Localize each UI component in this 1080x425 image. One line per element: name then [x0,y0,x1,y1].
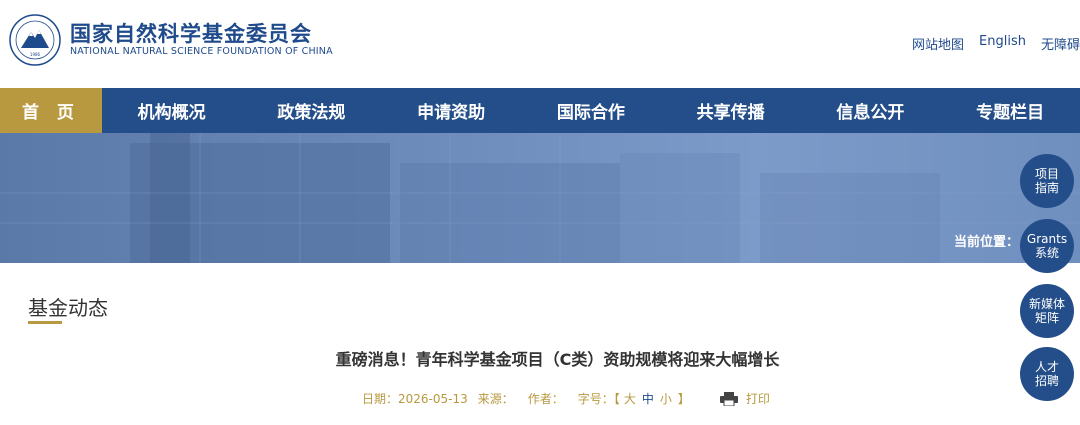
nav-item-topics[interactable]: 专题栏目 [940,88,1080,133]
org-name-cn[interactable]: 国家自然科学基金委员会 [70,18,312,48]
fontsize-close: 】 [677,392,690,406]
nav-item-home[interactable]: 首 页 [0,88,102,133]
accessibility-link[interactable]: 无障碍 [1041,34,1080,53]
nav-item-about[interactable]: 机构概况 [102,88,242,133]
nav-item-policy[interactable]: 政策法规 [242,88,382,133]
author-label: 作者： [527,392,564,406]
fontsize-large-button[interactable]: 大 [624,390,636,407]
fontsize-medium-button[interactable]: 中 [642,390,654,407]
grants-system-button[interactable]: Grants 系统 [1020,219,1074,273]
org-name-en: NATIONAL NATURAL SCIENCE FOUNDATION OF C… [70,46,333,57]
logo-year: 1986 [30,52,41,57]
english-link[interactable]: English [979,34,1026,53]
print-button[interactable]: 打印 [719,390,770,407]
article-meta: 日期： 2026-05-13 来源： 作者： 字号：【 大 中 小 】 打印 [362,390,770,407]
project-guide-button[interactable]: 项目 指南 [1020,154,1074,208]
page: 1986 国家自然科学基金委员会 NATIONAL NATURAL SCIENC… [0,0,1080,425]
sitemap-link[interactable]: 网站地图 [912,34,964,53]
section-title: 基金动态 [28,296,108,320]
date-label: 日期： [362,392,399,406]
nav-item-disclosure[interactable]: 信息公开 [800,88,940,133]
nav-item-funding[interactable]: 申请资助 [381,88,521,133]
section-title-underline [28,321,62,324]
article-title: 重磅消息！青年科学基金项目（C类）资助规模将迎来大幅增长 [335,350,780,369]
printer-icon [719,391,738,406]
new-media-button[interactable]: 新媒体 矩阵 [1020,284,1074,338]
top-links: 网站地图 English 无障碍 [912,34,1080,53]
nsfc-logo[interactable]: 1986 [9,14,61,66]
nav-item-sharing[interactable]: 共享传播 [661,88,801,133]
site-header: 1986 国家自然科学基金委员会 NATIONAL NATURAL SCIENC… [0,0,1080,88]
page-banner: 当前位置： [0,133,1080,263]
fontsize-label: 字号：【 [577,392,620,406]
print-label: 打印 [745,392,770,406]
fontsize-small-button[interactable]: 小 [660,390,672,407]
nav-item-international[interactable]: 国际合作 [521,88,661,133]
main-nav: 首 页 机构概况 政策法规 申请资助 国际合作 共享传播 信息公开 专题栏目 [0,88,1080,133]
article-date: 2026-05-13 [398,391,468,406]
source-label: 来源： [477,392,514,406]
banner-building-image [0,133,1080,263]
breadcrumb-location-label: 当前位置： [954,235,1020,250]
